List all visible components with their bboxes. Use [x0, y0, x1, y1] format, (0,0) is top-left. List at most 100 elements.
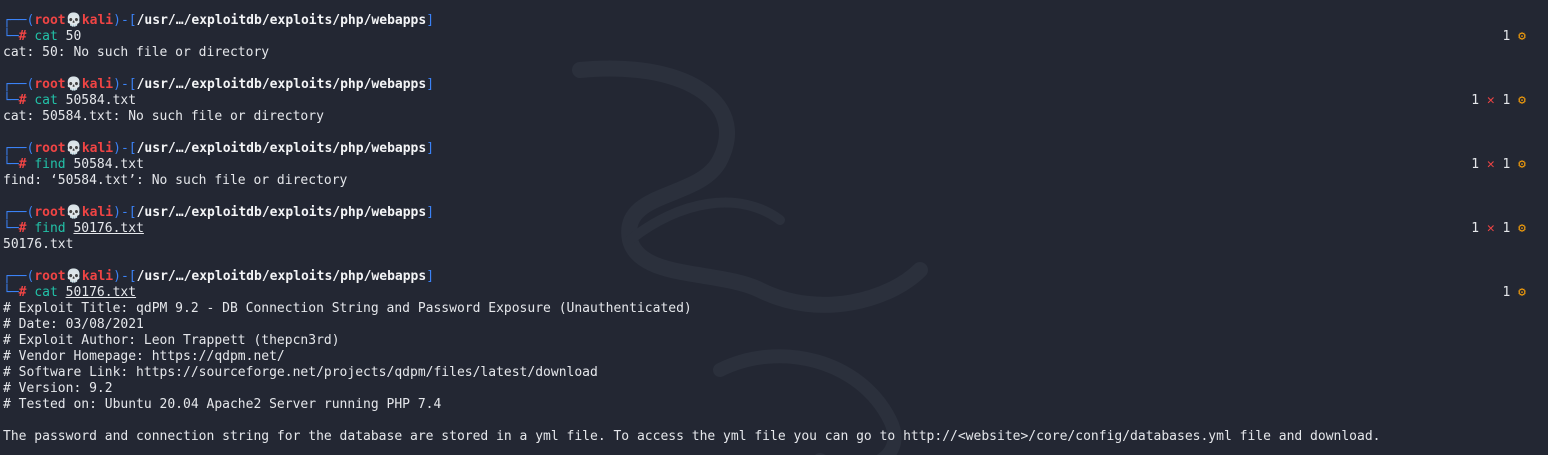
prompt-header: ┌──(root💀kali)-[/usr/…/exploitdb/exploit… [3, 269, 434, 285]
prompt-hash: # [18, 285, 27, 300]
output-line: find: ‘50584.txt’: No such file or direc… [3, 173, 348, 188]
command-name: cat [34, 93, 58, 108]
command-name: cat [34, 29, 58, 44]
gear-icon: ⚙ [1518, 221, 1526, 236]
job-count: 1 [1502, 157, 1511, 172]
output-line: # Date: 03/08/2021 [3, 317, 144, 332]
gear-icon: ⚙ [1518, 29, 1526, 44]
command-status: 1 ✕ 1 ⚙ [1471, 93, 1526, 109]
prompt-paren: )-[ [113, 77, 137, 92]
prompt-host: kali [81, 13, 114, 28]
output-line: cat: 50584.txt: No such file or director… [3, 109, 324, 124]
prompt-path: /usr/…/exploitdb/exploits/php/webapps [136, 269, 427, 284]
command-name: find [34, 221, 66, 236]
prompt-box-corner: └─ [3, 221, 19, 236]
command-line: └─# cat 50 [3, 29, 81, 45]
error-x-icon: ✕ [1486, 93, 1495, 108]
prompt-box-corner: ┌── [3, 205, 27, 220]
command-argument: 50584.txt [65, 93, 137, 108]
output-line: 50176.txt [3, 237, 74, 252]
command-argument: 50584.txt [73, 157, 144, 172]
prompt-paren: )-[ [113, 205, 137, 220]
command-argument: 50176.txt [73, 221, 144, 236]
prompt-paren: ] [426, 77, 435, 92]
gear-icon: ⚙ [1518, 157, 1526, 172]
prompt-hash: # [18, 29, 27, 44]
prompt-path: /usr/…/exploitdb/exploits/php/webapps [136, 141, 427, 156]
command-line: └─# find 50176.txt [3, 221, 144, 237]
output-line: # Tested on: Ubuntu 20.04 Apache2 Server… [3, 397, 442, 412]
prompt-host: kali [81, 205, 114, 220]
command-name: cat [34, 285, 58, 300]
prompt-header: ┌──(root💀kali)-[/usr/…/exploitdb/exploit… [3, 141, 434, 157]
command-status: 1 ⚙ [1503, 285, 1526, 301]
exit-code-previous: 1 [1471, 157, 1480, 172]
job-count: 1 [1502, 221, 1511, 236]
output-line: The password and connection string for t… [3, 429, 1381, 444]
output-line: # Exploit Author: Leon Trappett (thepcn3… [3, 333, 340, 348]
prompt-user: root [34, 205, 66, 220]
prompt-user: root [34, 13, 66, 28]
output-line: # Exploit Title: qdPM 9.2 - DB Connectio… [3, 301, 692, 316]
prompt-paren: ] [426, 141, 435, 156]
prompt-paren: ] [426, 269, 435, 284]
output-line: cat: 50: No such file or directory [3, 45, 270, 60]
command-line: └─# find 50584.txt [3, 157, 144, 173]
prompt-box-corner: └─ [3, 29, 19, 44]
prompt-header: ┌──(root💀kali)-[/usr/…/exploitdb/exploit… [3, 13, 434, 29]
prompt-box-corner: ┌── [3, 269, 27, 284]
command-status: 1 ⚙ [1503, 29, 1526, 45]
prompt-path: /usr/…/exploitdb/exploits/php/webapps [136, 77, 427, 92]
prompt-hash: # [18, 221, 27, 236]
skull-icon: 💀 [65, 205, 82, 220]
output-line: # Version: 9.2 [3, 381, 113, 396]
gear-icon: ⚙ [1518, 285, 1526, 300]
output-line: # Vendor Homepage: https://qdpm.net/ [3, 349, 285, 364]
terminal-window[interactable]: ┌──(root💀kali)-[/usr/…/exploitdb/exploit… [0, 0, 1548, 455]
skull-icon: 💀 [65, 269, 82, 284]
prompt-host: kali [81, 269, 114, 284]
prompt-box-corner: ┌── [3, 13, 27, 28]
prompt-host: kali [81, 77, 114, 92]
prompt-user: root [34, 77, 66, 92]
skull-icon: 💀 [65, 141, 82, 156]
job-count: 1 [1502, 285, 1511, 300]
job-count: 1 [1502, 29, 1511, 44]
prompt-user: root [34, 141, 66, 156]
prompt-user: root [34, 269, 66, 284]
prompt-box-corner: └─ [3, 93, 19, 108]
output-line: # Software Link: https://sourceforge.net… [3, 365, 598, 380]
skull-icon: 💀 [65, 77, 82, 92]
command-argument: 50 [65, 29, 82, 44]
exit-code-previous: 1 [1471, 93, 1480, 108]
kali-dragon-watermark-icon [572, 60, 928, 455]
prompt-header: ┌──(root💀kali)-[/usr/…/exploitdb/exploit… [3, 77, 434, 93]
prompt-header: ┌──(root💀kali)-[/usr/…/exploitdb/exploit… [3, 205, 434, 221]
prompt-paren: )-[ [113, 141, 137, 156]
prompt-paren: )-[ [113, 13, 137, 28]
command-line: └─# cat 50176.txt [3, 285, 136, 301]
gear-icon: ⚙ [1518, 93, 1526, 108]
prompt-paren: ] [426, 205, 435, 220]
prompt-box-corner: ┌── [3, 77, 27, 92]
prompt-paren: ] [426, 13, 435, 28]
exit-code-previous: 1 [1471, 221, 1480, 236]
skull-icon: 💀 [65, 13, 82, 28]
prompt-box-corner: └─ [3, 285, 19, 300]
command-name: find [34, 157, 66, 172]
error-x-icon: ✕ [1486, 157, 1495, 172]
prompt-host: kali [81, 141, 114, 156]
job-count: 1 [1502, 93, 1511, 108]
command-line: └─# cat 50584.txt [3, 93, 136, 109]
command-status: 1 ✕ 1 ⚙ [1471, 221, 1526, 237]
command-argument: 50176.txt [65, 285, 137, 300]
prompt-hash: # [18, 93, 27, 108]
command-status: 1 ✕ 1 ⚙ [1471, 157, 1526, 173]
prompt-box-corner: ┌── [3, 141, 27, 156]
prompt-path: /usr/…/exploitdb/exploits/php/webapps [136, 205, 427, 220]
prompt-box-corner: └─ [3, 157, 19, 172]
error-x-icon: ✕ [1486, 221, 1495, 236]
prompt-path: /usr/…/exploitdb/exploits/php/webapps [136, 13, 427, 28]
prompt-hash: # [18, 157, 27, 172]
prompt-paren: )-[ [113, 269, 137, 284]
